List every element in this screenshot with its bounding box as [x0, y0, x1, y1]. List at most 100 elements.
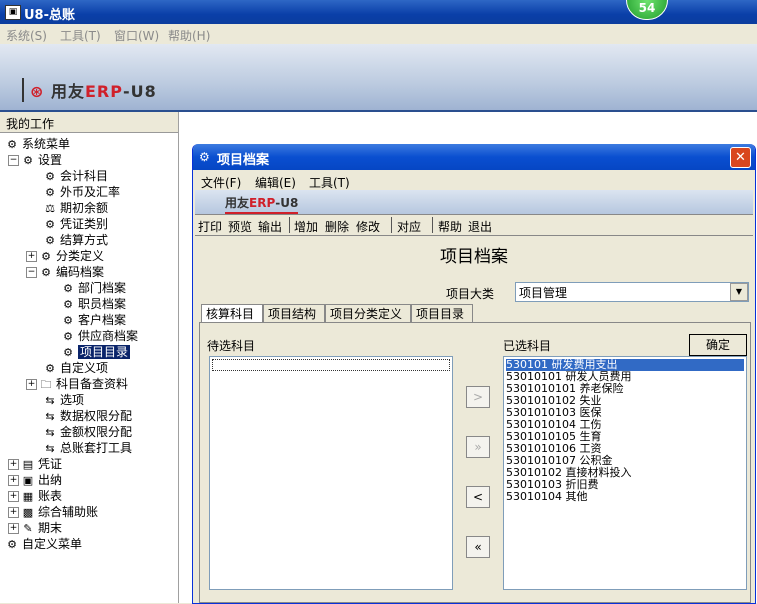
list-item[interactable]: 53010104 其他	[506, 491, 588, 503]
expand-icon[interactable]: +	[8, 507, 19, 518]
menu-edit[interactable]: 编辑(E)	[255, 174, 296, 191]
help-button[interactable]: 帮助	[438, 218, 462, 235]
move-all-right-button[interactable]: »	[466, 436, 490, 458]
map-button[interactable]: 对应	[397, 218, 421, 235]
menu-help[interactable]: 帮助(H)	[168, 27, 210, 44]
logo-prefix: 用友	[50, 82, 85, 101]
tab-project-classification[interactable]: 项目分类定义	[325, 304, 411, 323]
collapse-icon[interactable]: −	[8, 155, 19, 166]
tree-item-period-end[interactable]: + ✎ 期末	[8, 520, 62, 536]
tree-item-data-permissions[interactable]: ⇆ 数据权限分配	[44, 408, 132, 424]
add-button[interactable]: 增加	[294, 218, 318, 235]
tree-label: 外币及汇率	[60, 185, 121, 199]
tree-label: 部门档案	[78, 281, 127, 295]
delete-button[interactable]: 删除	[325, 218, 349, 235]
tree-item-custom-items[interactable]: ⚙ 自定义项	[44, 360, 108, 376]
export-button[interactable]: 输出	[258, 218, 282, 235]
tree-item-print-tool[interactable]: ⇆ 总账套打工具	[44, 440, 132, 456]
tree-item-reports[interactable]: + ▦ 账表	[8, 488, 62, 504]
gear-icon: ⚙	[63, 345, 73, 359]
collapse-icon[interactable]: −	[26, 267, 37, 278]
expand-icon[interactable]: +	[26, 379, 37, 390]
expand-icon[interactable]: +	[8, 491, 19, 502]
tree-item-opening-balance[interactable]: ⚖ 期初余额	[44, 200, 108, 216]
tree-label: 凭证	[38, 457, 63, 471]
menu-file[interactable]: 文件(F)	[201, 174, 241, 191]
app-titlebar: ▣ U8-总账 54	[0, 0, 757, 24]
form-title: 项目档案	[440, 247, 508, 267]
tree-label: 总账套打工具	[60, 441, 133, 455]
tree-item-currency[interactable]: ⚙ 外币及汇率	[44, 184, 120, 200]
close-button[interactable]: ✕	[730, 147, 751, 168]
move-all-left-button[interactable]: «	[466, 536, 490, 558]
tree-item-customers[interactable]: ⚙ 客户档案	[62, 312, 126, 328]
move-left-button[interactable]: <	[466, 486, 490, 508]
options-icon: ⇆	[45, 393, 55, 407]
tree-item-coding-archives[interactable]: − ⚙ 编码档案	[26, 264, 104, 280]
exit-button[interactable]: 退出	[468, 218, 492, 235]
tree-label: 编码档案	[56, 265, 105, 279]
tree-item-departments[interactable]: ⚙ 部门档案	[62, 280, 126, 296]
tree-item-voucher[interactable]: + ▤ 凭证	[8, 456, 62, 472]
print-button[interactable]: 打印	[198, 218, 222, 235]
tree-label: 金额权限分配	[60, 425, 133, 439]
focus-rect	[212, 359, 450, 371]
folder-icon: 🗀	[40, 377, 52, 391]
modify-button[interactable]: 修改	[356, 218, 380, 235]
menu-system[interactable]: 系统(S)	[6, 27, 47, 44]
preview-button[interactable]: 预览	[228, 218, 252, 235]
tree-item-system-menu[interactable]: ⚙ 系统菜单	[6, 136, 70, 152]
category-select[interactable]: 项目管理 ▼	[515, 282, 749, 302]
category-value: 项目管理	[519, 286, 568, 300]
main-menubar: 系统(S) 工具(T) 窗口(W) 帮助(H)	[0, 24, 757, 44]
notification-badge[interactable]: 54	[626, 0, 668, 20]
tree-item-accounts[interactable]: ⚙ 会计科目	[44, 168, 108, 184]
gear-icon: ⚙	[45, 185, 55, 199]
confirm-button[interactable]: 确定	[689, 334, 747, 356]
expand-icon[interactable]: +	[8, 459, 19, 470]
tree-item-account-reference[interactable]: + 🗀 科目备查资料	[26, 376, 128, 392]
tab-project-directory[interactable]: 项目目录	[411, 304, 473, 323]
chevron-down-icon[interactable]: ▼	[730, 283, 748, 301]
gear-icon: ⚙	[63, 297, 73, 311]
expand-icon[interactable]: +	[8, 475, 19, 486]
tree-item-classification[interactable]: + ⚙ 分类定义	[26, 248, 104, 264]
my-work-header: 我的工作	[0, 112, 178, 133]
pending-subjects-list[interactable]	[209, 356, 453, 590]
cashier-icon: ▣	[22, 473, 34, 487]
document-icon: ▤	[22, 457, 34, 471]
menu-window[interactable]: 窗口(W)	[114, 27, 159, 44]
tree-item-settings[interactable]: − ⚙ 设置	[8, 152, 62, 168]
tree-label: 结算方式	[60, 233, 109, 247]
expand-icon[interactable]: +	[26, 251, 37, 262]
tree-label: 期末	[38, 521, 63, 535]
tree-item-cashier[interactable]: + ▣ 出纳	[8, 472, 62, 488]
menu-dialog-tools[interactable]: 工具(T)	[309, 174, 350, 191]
dialog-titlebar[interactable]: ⚙ 项目档案 ✕	[193, 144, 755, 170]
tree-label: 账表	[38, 489, 63, 503]
tree-item-suppliers[interactable]: ⚙ 供应商档案	[62, 328, 138, 344]
tab-project-structure[interactable]: 项目结构	[263, 304, 325, 323]
tree-label: 选项	[60, 393, 85, 407]
dialog-brand-logo: 用友ERP-U8	[225, 194, 299, 214]
move-right-button[interactable]: >	[466, 386, 490, 408]
tree-item-employees[interactable]: ⚙ 职员档案	[62, 296, 126, 312]
logo-prefix: 用友	[225, 196, 250, 210]
tree-label: 职员档案	[78, 297, 127, 311]
tree-item-project-directory[interactable]: ⚙ 项目目录	[62, 344, 131, 360]
selected-subjects-list[interactable]: 530101 研发费用支出 53010101 研发人员费用 5301010101…	[503, 356, 747, 590]
tree-item-settlement[interactable]: ⚙ 结算方式	[44, 232, 108, 248]
tree-label: 期初余额	[60, 201, 109, 215]
menu-tools[interactable]: 工具(T)	[60, 27, 101, 44]
my-work-panel: 我的工作 ⚙ 系统菜单 − ⚙ 设置 ⚙ 会计科目 ⚙ 外币及汇率 ⚖ 期初余额 ⚙ 凭证类别…	[0, 112, 179, 603]
tree-item-voucher-types[interactable]: ⚙ 凭证类别	[44, 216, 108, 232]
tree-item-auxiliary[interactable]: + ▩ 综合辅助账	[8, 504, 98, 520]
tree-label: 综合辅助账	[38, 505, 99, 519]
tree-item-amount-permissions[interactable]: ⇆ 金额权限分配	[44, 424, 132, 440]
tab-accounting-subjects[interactable]: 核算科目	[201, 304, 263, 323]
expand-icon[interactable]: +	[8, 523, 19, 534]
tree-item-options[interactable]: ⇆ 选项	[44, 392, 84, 408]
tree-item-custom-menu[interactable]: ⚙ 自定义菜单	[6, 536, 82, 552]
gear-icon: ⚙	[63, 281, 73, 295]
tree-label: 会计科目	[60, 169, 109, 183]
